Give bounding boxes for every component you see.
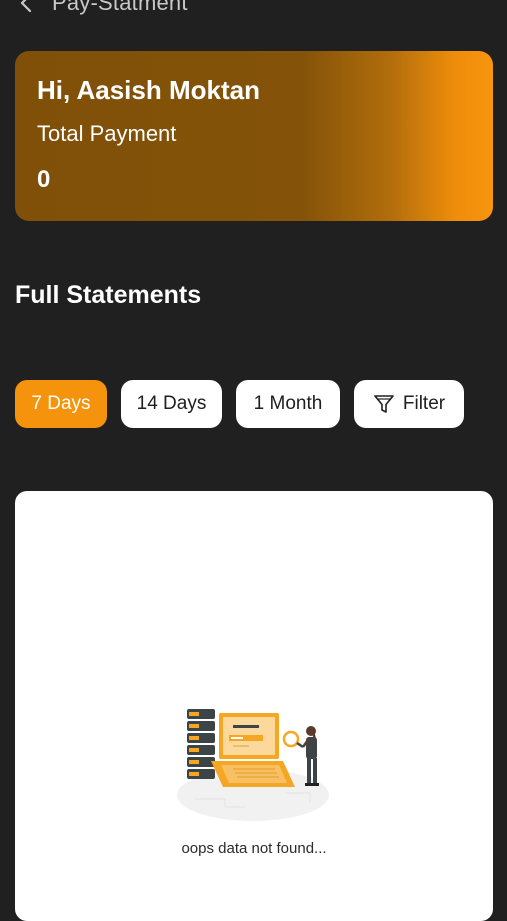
filter-7-days-button[interactable]: 7 Days [15,380,107,428]
full-statements-heading: Full Statements [15,281,202,309]
app-header: Pay-Statment [0,0,507,20]
page-title: Pay-Statment [52,0,188,15]
back-button[interactable] [12,0,42,18]
payment-summary-card: Hi, Aasish Moktan Total Payment 0 [15,51,493,221]
period-filter-bar: 7 Days 14 Days 1 Month Filter [15,380,464,428]
filter-button-label: Filter [402,393,446,414]
empty-state-message: oops data not found... [181,840,327,857]
total-payment-label: Total Payment [37,121,177,146]
statements-list-panel: oops data not found... [15,491,493,921]
greeting-text: Hi, Aasish Moktan [37,75,260,105]
funnel-icon [374,395,394,413]
total-payment-value: 0 [37,166,51,193]
chevron-left-icon [20,0,32,13]
filter-14-days-button[interactable]: 14 Days [121,380,222,428]
filter-1-month-button[interactable]: 1 Month [236,380,340,428]
data-not-found-illustration [177,709,329,821]
filter-button[interactable]: Filter [354,380,464,428]
